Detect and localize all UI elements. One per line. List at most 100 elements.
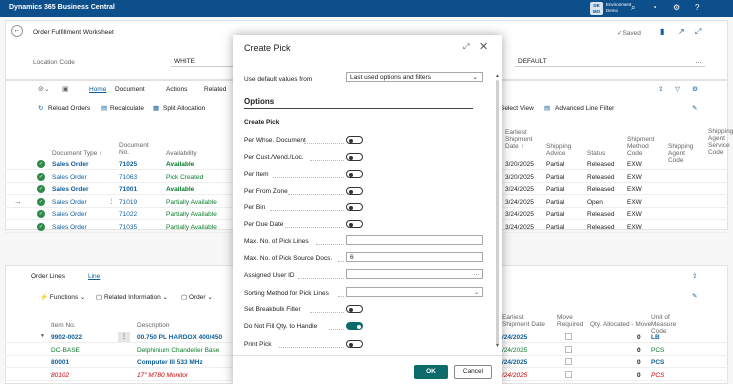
filter-icon[interactable]: ⊘⌄ — [38, 85, 50, 93]
filter-pane-icon[interactable]: ▽ — [675, 85, 680, 93]
location-field[interactable]: WHITE — [171, 56, 234, 67]
functions-menu[interactable]: ⚡ Functions ⌄ — [40, 293, 85, 301]
document-no-cell[interactable]: 71025 — [119, 161, 137, 168]
move-required-checkbox[interactable] — [565, 333, 572, 340]
col-line-shipment-date[interactable]: Earliest Shipment Date — [502, 314, 547, 328]
help-icon[interactable]: ? — [695, 3, 699, 12]
col-qty-allocated[interactable]: Qty. Allocated - Move — [590, 321, 651, 328]
col-shipping-advice[interactable]: Shipping Advice — [546, 143, 576, 157]
per-item-toggle[interactable] — [346, 170, 363, 178]
item-no-cell[interactable]: 9902-0022 — [51, 334, 82, 341]
col-agent-service[interactable]: Shipping Agent Service Code — [708, 128, 733, 156]
scrollbar[interactable] — [496, 80, 499, 345]
field-label: Per From Zone — [244, 188, 288, 195]
select-view-button[interactable]: Select View — [500, 105, 534, 112]
col-description[interactable]: Description — [137, 322, 170, 329]
col-status[interactable]: Status — [587, 150, 605, 157]
item-no-cell[interactable]: 80102 — [51, 372, 69, 379]
cancel-button[interactable]: Cancel — [454, 365, 492, 379]
move-required-checkbox[interactable] — [565, 370, 572, 378]
related-info-menu[interactable]: ▢ Related Information ⌄ — [96, 293, 168, 301]
max-no-of-pick-source-docs-field[interactable]: 6 — [346, 252, 483, 262]
split-allocation-button[interactable]: Split Allocation — [163, 105, 205, 112]
advanced-line-filter-button[interactable]: Advanced Line Filter — [555, 105, 614, 112]
col-shipment-method[interactable]: Shipment Method Code — [627, 136, 663, 157]
do-not-fill-qty-to-handle-toggle[interactable] — [346, 322, 363, 330]
list-settings-icon[interactable]: ⚙ — [692, 85, 698, 93]
sorting-method-for-pick-lines-field[interactable] — [346, 287, 483, 297]
back-icon[interactable]: ← — [11, 25, 23, 37]
pin-lines-icon[interactable]: ✎ — [692, 292, 697, 300]
tab-home[interactable]: Home — [89, 86, 106, 93]
selected-check-icon[interactable]: ✓ — [37, 223, 45, 231]
print-pick-toggle[interactable] — [346, 340, 363, 348]
col-document-no[interactable]: Document No. — [119, 142, 149, 156]
document-type-cell[interactable]: Sales Order — [52, 211, 87, 218]
selected-check-icon[interactable]: ✓ — [37, 160, 45, 168]
close-icon[interactable]: ✕ — [479, 40, 488, 53]
avatar[interactable]: DE MO — [590, 2, 603, 15]
document-type-cell[interactable]: Sales Order — [52, 161, 89, 168]
share-lines-icon[interactable]: ⇪ — [692, 272, 697, 280]
field-label: Set Breakbulk Filter — [244, 306, 301, 313]
selected-check-icon[interactable]: ✓ — [37, 197, 45, 206]
item-no-cell[interactable]: 80001 — [51, 359, 69, 366]
scroll-down-icon[interactable]: ▼ — [495, 343, 500, 349]
document-type-cell[interactable]: Sales Order — [52, 186, 89, 193]
row-menu-icon[interactable]: ⋮ — [108, 197, 115, 205]
lookup-icon[interactable]: … — [473, 270, 480, 277]
col-move-required[interactable]: Move Required — [557, 314, 583, 328]
per-due-date-toggle[interactable] — [346, 220, 363, 228]
use-default-select[interactable]: Last used options and filters ⌄ — [346, 72, 483, 82]
pin-icon[interactable]: ✎ — [692, 104, 697, 112]
col-document-type[interactable]: Document Type ↑ — [52, 150, 102, 157]
bookmark-icon[interactable]: ▮ — [660, 27, 664, 36]
assigned-user-id-field[interactable] — [346, 269, 483, 279]
document-type-cell[interactable]: Sales Order — [52, 174, 87, 181]
reload-orders-button[interactable]: Reload Orders — [48, 105, 90, 112]
row-menu-icon[interactable]: ⋮ — [118, 332, 130, 342]
edit-icon[interactable]: ▣ — [62, 85, 69, 93]
move-required-checkbox[interactable] — [565, 345, 572, 353]
expand-dialog-icon[interactable]: ⤢ — [463, 42, 469, 52]
document-type-cell[interactable]: Sales Order — [52, 199, 87, 206]
per-cust-vend-loc-toggle[interactable] — [346, 153, 363, 161]
tab-document[interactable]: Document — [115, 86, 145, 93]
item-no-cell[interactable]: DC-BASE — [51, 347, 80, 354]
document-no-cell[interactable]: 71063 — [119, 174, 137, 181]
document-no-cell[interactable]: 71019 — [119, 199, 137, 206]
expand-icon[interactable]: ⤢ — [695, 27, 701, 37]
order-menu[interactable]: ▢ Order ⌄ — [181, 293, 213, 301]
document-no-cell[interactable]: 71035 — [119, 224, 137, 231]
search-icon[interactable]: ⌕ — [631, 3, 635, 13]
qty-allocated-cell: 0 — [637, 359, 641, 367]
gear-icon[interactable]: ⚙ — [673, 3, 680, 12]
per-from-zone-toggle[interactable] — [346, 187, 363, 195]
col-item-no[interactable]: Item No. — [51, 322, 76, 329]
scroll-up-icon[interactable]: ▲ — [495, 73, 500, 79]
default-field[interactable]: DEFAULT… — [515, 56, 705, 67]
tab-related[interactable]: Related — [204, 86, 226, 93]
document-type-cell[interactable]: Sales Order — [52, 224, 87, 231]
col-availability[interactable]: Availability — [166, 150, 197, 157]
bell-icon[interactable]: ◔ — [652, 3, 657, 12]
set-breakbulk-filter-toggle[interactable] — [346, 305, 363, 313]
shipment-date-cell: 3/24/2025 — [505, 186, 534, 194]
document-no-cell[interactable]: 71022 — [119, 211, 137, 218]
tab-line[interactable]: Line — [88, 273, 100, 280]
availability-cell: Pick Created — [166, 173, 204, 181]
ok-button[interactable]: OK — [414, 365, 448, 379]
per-whse-document-toggle[interactable] — [346, 136, 363, 144]
selected-check-icon[interactable]: ✓ — [37, 172, 45, 181]
recalculate-button[interactable]: Recalculate — [110, 105, 144, 112]
per-bin-toggle[interactable] — [346, 203, 363, 211]
col-earliest-shipment[interactable]: Earliest Shipment Date ↑ — [505, 129, 543, 150]
chevron-down-icon[interactable]: ⌄ — [474, 288, 479, 296]
tab-actions[interactable]: Actions — [166, 86, 187, 93]
max-no-of-pick-lines-field[interactable] — [346, 235, 483, 245]
share-icon[interactable]: ⇪ — [658, 85, 663, 93]
document-no-cell[interactable]: 71001 — [119, 186, 137, 193]
move-required-checkbox[interactable] — [565, 358, 572, 366]
open-new-icon[interactable]: ↗ — [678, 27, 685, 36]
expand-row-icon[interactable]: ▼ — [40, 333, 45, 339]
